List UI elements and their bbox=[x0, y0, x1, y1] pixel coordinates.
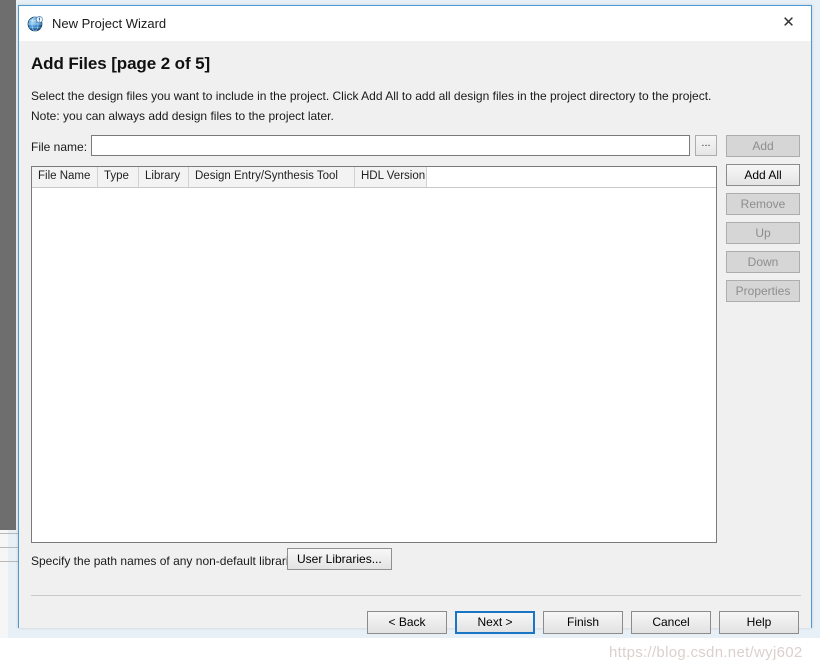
wizard-navigation-button-group: < Back Next > Finish Cancel Help bbox=[367, 611, 799, 634]
up-button: Up bbox=[726, 222, 800, 244]
file-list-header-row: File Name Type Library Design Entry/Synthes… bbox=[32, 167, 716, 188]
window-title: New Project Wizard bbox=[52, 15, 167, 31]
column-header-filler bbox=[427, 167, 716, 187]
file-name-label: File name: bbox=[31, 140, 88, 154]
browse-button[interactable]: ... bbox=[695, 135, 717, 156]
page-description-line-1: Select the design files you want to incl… bbox=[31, 89, 712, 103]
file-name-input[interactable] bbox=[91, 135, 690, 156]
backdrop-gray-strip bbox=[0, 0, 16, 530]
quartus-globe-icon bbox=[27, 15, 43, 31]
backdrop-divider-3 bbox=[0, 561, 18, 562]
column-header-hdl-version[interactable]: HDL Version bbox=[355, 167, 427, 187]
remove-button: Remove bbox=[726, 193, 800, 215]
dialog-body: Add Files [page 2 of 5] Select the desig… bbox=[19, 41, 811, 661]
user-libraries-hint: Specify the path names of any non-defaul… bbox=[31, 554, 305, 568]
finish-button[interactable]: Finish bbox=[543, 611, 623, 634]
column-header-library[interactable]: Library bbox=[139, 167, 189, 187]
watermark: https://blog.csdn.net/wyj602 bbox=[609, 644, 803, 661]
cancel-button[interactable]: Cancel bbox=[631, 611, 711, 634]
file-list-table[interactable]: File Name Type Library Design Entry/Synthes… bbox=[31, 166, 717, 543]
properties-button: Properties bbox=[726, 280, 800, 302]
column-header-file-name[interactable]: File Name bbox=[32, 167, 98, 187]
backdrop-divider-1 bbox=[0, 533, 18, 534]
title-bar[interactable]: New Project Wizard ✕ bbox=[19, 6, 811, 41]
column-header-type[interactable]: Type bbox=[98, 167, 139, 187]
help-button[interactable]: Help bbox=[719, 611, 799, 634]
page-description-line-2: Note: you can always add design files to… bbox=[31, 109, 334, 123]
file-list-body[interactable] bbox=[32, 188, 716, 542]
backdrop-divider-2 bbox=[0, 547, 18, 548]
close-button[interactable]: ✕ bbox=[766, 6, 811, 39]
file-actions-button-group: Add Add All Remove Up Down Properties bbox=[726, 135, 800, 309]
next-button[interactable]: Next > bbox=[455, 611, 535, 634]
new-project-wizard-dialog: New Project Wizard ✕ Add Files [page 2 o… bbox=[18, 5, 812, 661]
close-icon: ✕ bbox=[782, 14, 795, 31]
add-all-button[interactable]: Add All bbox=[726, 164, 800, 186]
back-button[interactable]: < Back bbox=[367, 611, 447, 634]
add-button: Add bbox=[726, 135, 800, 157]
footer-separator bbox=[31, 595, 801, 596]
column-header-design-entry-synthesis-tool[interactable]: Design Entry/Synthesis Tool bbox=[189, 167, 355, 187]
user-libraries-button[interactable]: User Libraries... bbox=[287, 548, 392, 570]
down-button: Down bbox=[726, 251, 800, 273]
page-title: Add Files [page 2 of 5] bbox=[31, 54, 211, 73]
